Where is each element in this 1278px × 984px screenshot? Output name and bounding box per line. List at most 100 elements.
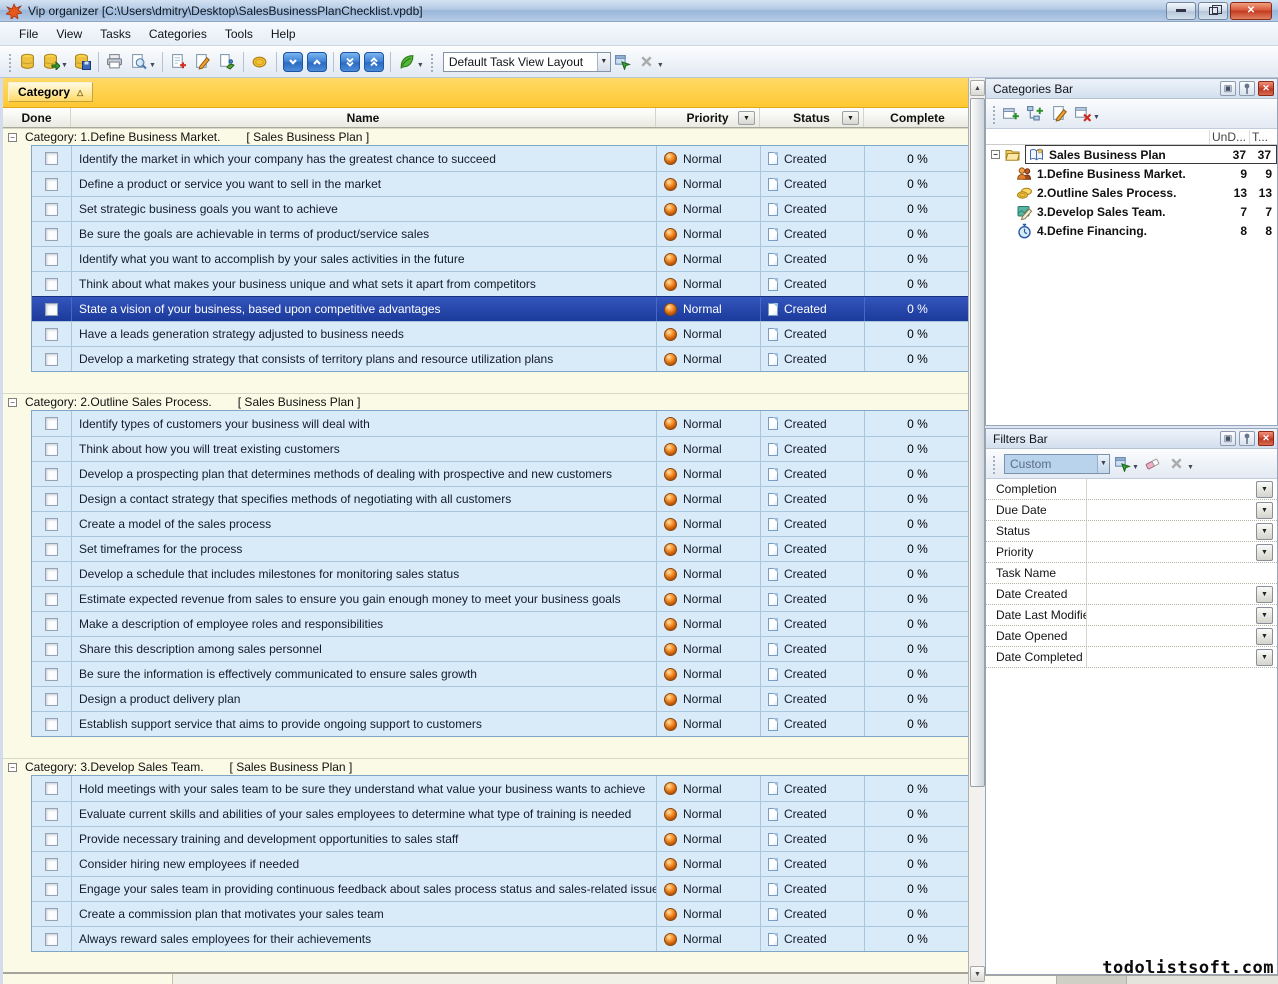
complete-cell[interactable]: 0 %: [865, 776, 968, 801]
tree-column-header[interactable]: UnD... T...: [986, 129, 1277, 145]
priority-cell[interactable]: Normal: [657, 437, 761, 461]
filter-dropdown-icon[interactable]: ▼: [1256, 586, 1273, 603]
complete-cell[interactable]: 0 %: [865, 462, 968, 486]
erase-filter-icon[interactable]: [1141, 452, 1165, 476]
delete-category-icon[interactable]: [1071, 102, 1095, 126]
layout-combobox[interactable]: Default Task View Layout▼: [443, 52, 611, 72]
priority-cell[interactable]: Normal: [657, 827, 761, 851]
done-checkbox[interactable]: [45, 152, 58, 165]
task-row[interactable]: Engage your sales team in providing cont…: [32, 876, 968, 901]
priority-cell[interactable]: Normal: [657, 562, 761, 586]
category-tree-item[interactable]: 4.Define Financing.88: [986, 221, 1277, 240]
complete-cell[interactable]: 0 %: [865, 487, 968, 511]
priority-cell[interactable]: Normal: [657, 487, 761, 511]
categories-pin-icon[interactable]: [1239, 81, 1255, 96]
task-row[interactable]: Provide necessary training and developme…: [32, 826, 968, 851]
task-name-cell[interactable]: Engage your sales team in providing cont…: [72, 877, 657, 901]
status-cell[interactable]: Created: [761, 712, 865, 736]
leaf-icon[interactable]: [395, 50, 419, 74]
menu-file[interactable]: File: [10, 24, 47, 44]
menu-view[interactable]: View: [47, 24, 91, 44]
category-tree-item[interactable]: 3.Develop Sales Team.77: [986, 202, 1277, 221]
task-name-cell[interactable]: Make a description of employee roles and…: [72, 612, 657, 636]
task-name-cell[interactable]: Provide necessary training and developme…: [72, 827, 657, 851]
filter-dropdown-icon[interactable]: ▼: [1256, 649, 1273, 666]
status-cell[interactable]: Created: [761, 852, 865, 876]
category-group-header[interactable]: −Category: 1.Define Business Market.[ Sa…: [3, 128, 968, 145]
complete-cell[interactable]: 0 %: [865, 612, 968, 636]
done-checkbox[interactable]: [45, 593, 58, 606]
task-row[interactable]: Share this description among sales perso…: [32, 636, 968, 661]
status-cell[interactable]: Created: [761, 537, 865, 561]
filter-field-value[interactable]: [1086, 626, 1256, 646]
undone-column-header[interactable]: UnD...: [1209, 130, 1249, 144]
priority-cell[interactable]: Normal: [657, 297, 761, 321]
task-name-cell[interactable]: Develop a schedule that includes milesto…: [72, 562, 657, 586]
dropdown-caret-icon[interactable]: ▼: [657, 62, 664, 69]
status-cell[interactable]: Created: [761, 877, 865, 901]
task-name-cell[interactable]: Always reward sales employees for their …: [72, 927, 657, 951]
task-row[interactable]: Create a commission plan that motivates …: [32, 901, 968, 926]
priority-cell[interactable]: Normal: [657, 852, 761, 876]
done-checkbox[interactable]: [45, 417, 58, 430]
done-checkbox[interactable]: [45, 693, 58, 706]
task-row[interactable]: Think about what makes your business uni…: [32, 271, 968, 296]
task-row[interactable]: Identify types of customers your busines…: [32, 411, 968, 436]
move-bottom-icon[interactable]: [338, 50, 362, 74]
categories-close-icon[interactable]: ✕: [1258, 81, 1274, 96]
status-cell[interactable]: Created: [761, 827, 865, 851]
task-row[interactable]: Estimate expected revenue from sales to …: [32, 586, 968, 611]
priority-cell[interactable]: Normal: [657, 877, 761, 901]
task-name-cell[interactable]: Think about how you will treat existing …: [72, 437, 657, 461]
status-cell[interactable]: Created: [761, 612, 865, 636]
priority-cell[interactable]: Normal: [657, 512, 761, 536]
layout-combobox-dropdown-icon[interactable]: ▼: [597, 53, 610, 71]
delete-task-icon[interactable]: [215, 50, 239, 74]
complete-cell[interactable]: 0 %: [865, 347, 968, 371]
complete-cell[interactable]: 0 %: [865, 322, 968, 346]
done-checkbox[interactable]: [45, 468, 58, 481]
task-row[interactable]: Create a model of the sales processNorma…: [32, 511, 968, 536]
status-cell[interactable]: Created: [761, 462, 865, 486]
priority-cell[interactable]: Normal: [657, 247, 761, 271]
task-name-cell[interactable]: State a vision of your business, based u…: [72, 297, 657, 321]
task-row[interactable]: Develop a schedule that includes milesto…: [32, 561, 968, 586]
menu-tools[interactable]: Tools: [216, 24, 262, 44]
priority-cell[interactable]: Normal: [657, 776, 761, 801]
done-checkbox[interactable]: [45, 883, 58, 896]
done-checkbox[interactable]: [45, 353, 58, 366]
move-up-icon[interactable]: [305, 50, 329, 74]
priority-cell[interactable]: Normal: [657, 902, 761, 926]
save-filter-icon[interactable]: [1110, 452, 1134, 476]
filters-pin-icon[interactable]: [1239, 431, 1255, 446]
status-cell[interactable]: Created: [761, 587, 865, 611]
filter-dropdown-icon[interactable]: ▼: [1256, 607, 1273, 624]
complete-cell[interactable]: 0 %: [865, 852, 968, 876]
task-row[interactable]: Design a contact strategy that specifies…: [32, 486, 968, 511]
status-cell[interactable]: Created: [761, 637, 865, 661]
filter-field-value[interactable]: [1086, 584, 1256, 604]
selected-tree-row[interactable]: Sales Business Plan3737: [1025, 145, 1277, 164]
complete-cell[interactable]: 0 %: [865, 247, 968, 271]
column-header-name[interactable]: Name: [71, 108, 656, 127]
status-cell[interactable]: Created: [761, 487, 865, 511]
done-checkbox[interactable]: [45, 493, 58, 506]
done-checkbox[interactable]: [45, 718, 58, 731]
complete-cell[interactable]: 0 %: [865, 562, 968, 586]
task-row[interactable]: Be sure the information is effectively c…: [32, 661, 968, 686]
filter-field-value[interactable]: [1086, 521, 1256, 541]
task-name-cell[interactable]: Define a product or service you want to …: [72, 172, 657, 196]
column-header-complete[interactable]: Complete: [864, 108, 968, 127]
task-name-cell[interactable]: Evaluate current skills and abilities of…: [72, 802, 657, 826]
priority-filter-dropdown-icon[interactable]: ▼: [738, 111, 755, 125]
menu-help[interactable]: Help: [262, 24, 305, 44]
priority-cell[interactable]: Normal: [657, 222, 761, 246]
column-header-status[interactable]: Status▼: [760, 108, 864, 127]
dropdown-caret-icon[interactable]: ▼: [149, 62, 156, 69]
task-row[interactable]: Always reward sales employees for their …: [32, 926, 968, 951]
total-column-header[interactable]: T...: [1249, 130, 1277, 144]
complete-cell[interactable]: 0 %: [865, 172, 968, 196]
dropdown-caret-icon[interactable]: ▼: [1187, 464, 1194, 471]
task-row[interactable]: Define a product or service you want to …: [32, 171, 968, 196]
done-checkbox[interactable]: [45, 303, 58, 316]
